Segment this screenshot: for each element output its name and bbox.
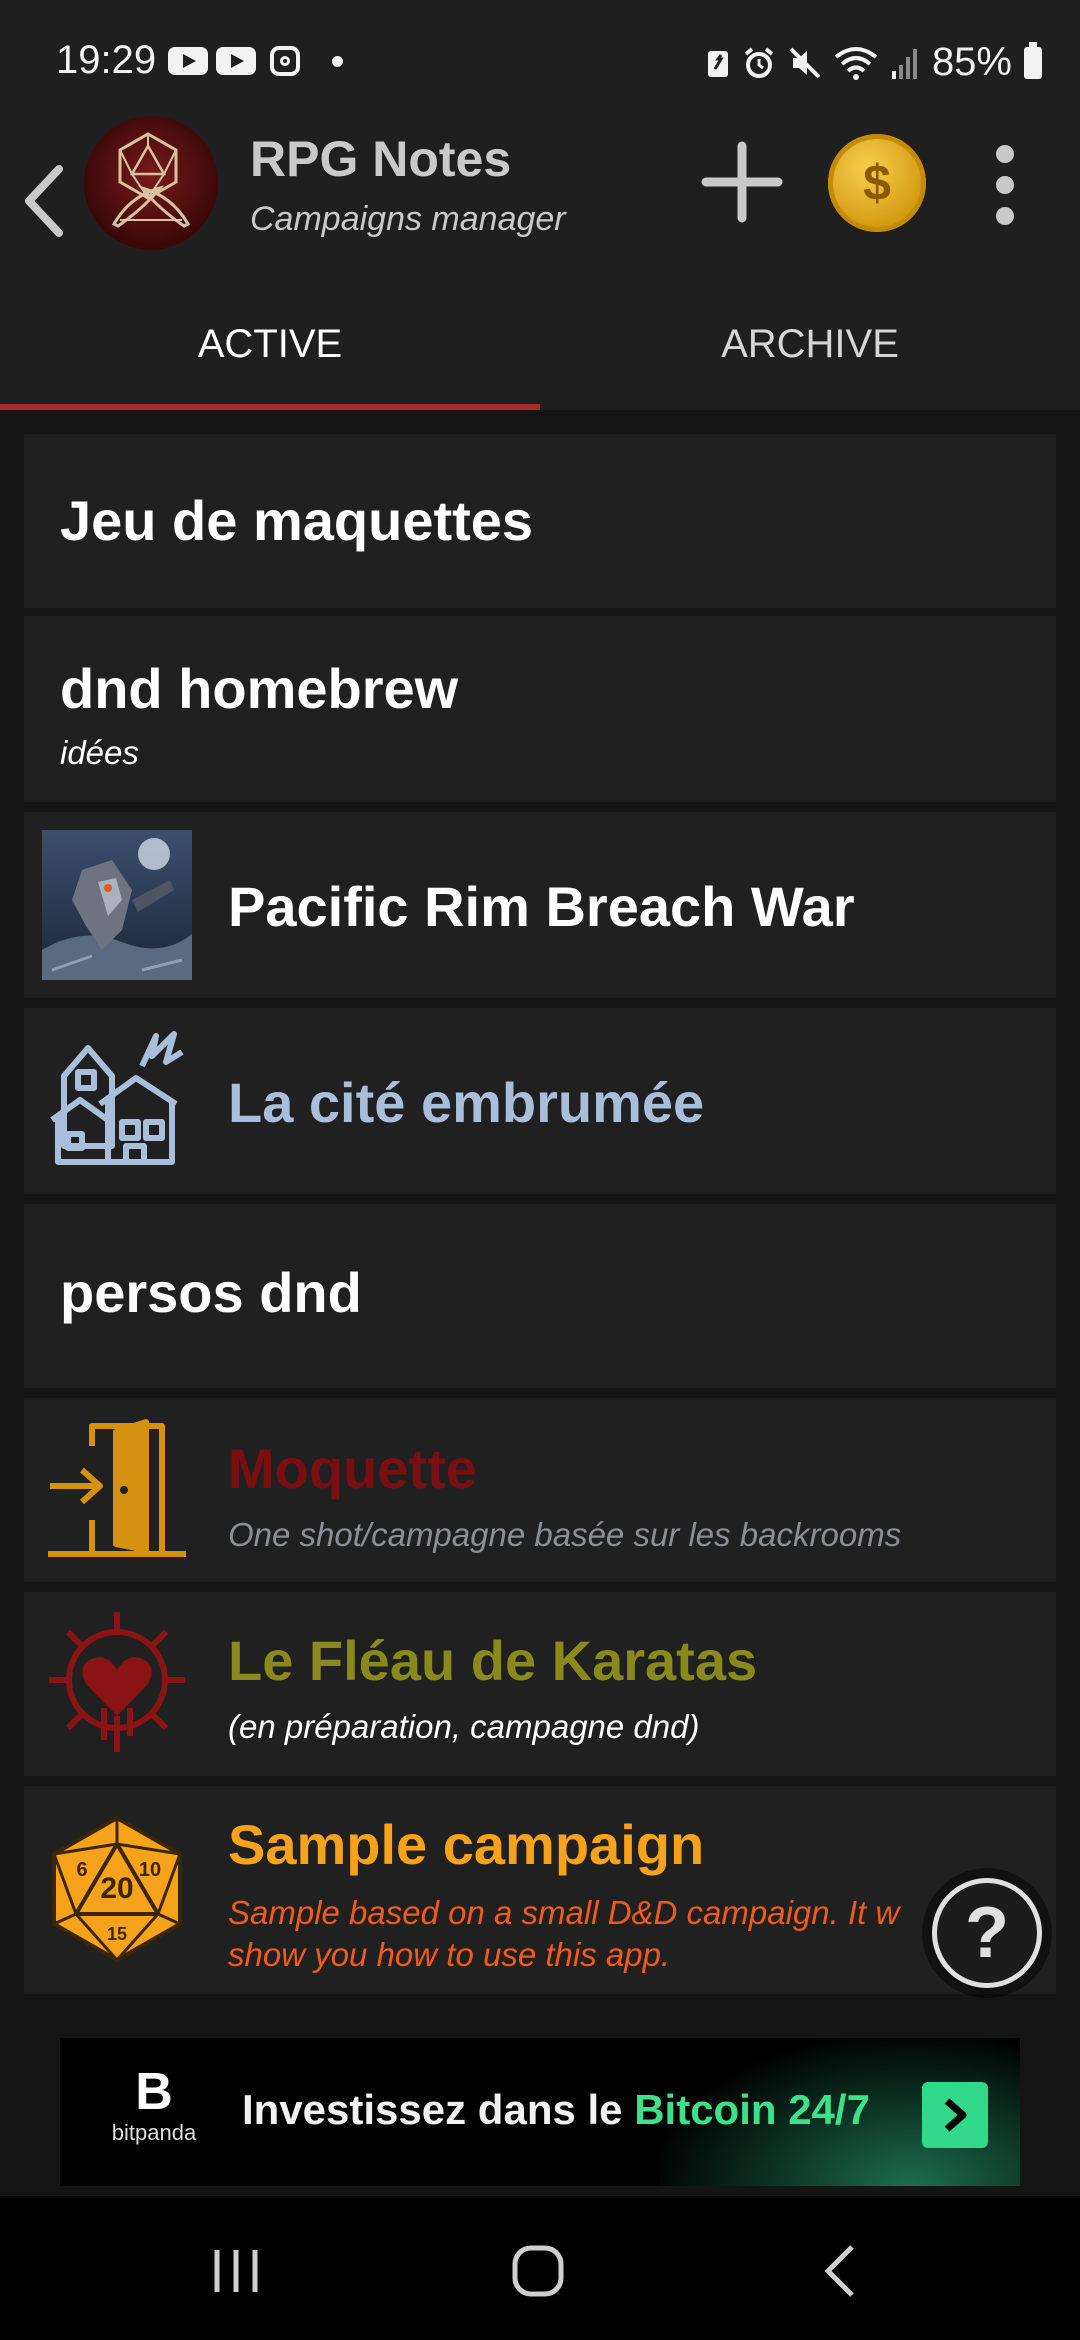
chevron-right-icon (944, 2098, 967, 2132)
svg-text:20: 20 (100, 1872, 133, 1905)
alarm-icon (744, 46, 774, 78)
ad-banner[interactable]: B bitpanda Investissez dans le Bitcoin 2… (60, 2038, 1020, 2186)
dollar-coin-icon: $ (863, 155, 891, 211)
app-subtitle: Campaigns manager (250, 200, 566, 238)
notification-dot (332, 55, 343, 67)
svg-text:6: 6 (76, 1859, 87, 1881)
help-icon: ? (965, 1893, 1009, 1973)
campaign-title: La cité embrumée (228, 1071, 705, 1134)
battery-percent: 85% (931, 40, 1012, 84)
campaign-title: Sample campaign (228, 1813, 705, 1876)
campaign-title: Moquette (228, 1437, 477, 1500)
battery-icon (1024, 41, 1042, 79)
svg-text:15: 15 (107, 1924, 127, 1944)
add-campaign-button[interactable] (700, 140, 784, 224)
haunted-house-icon (50, 1031, 184, 1165)
home-icon (512, 2245, 564, 2297)
campaign-item[interactable]: persos dnd (24, 1204, 1056, 1388)
campaign-title: persos dnd (60, 1261, 362, 1324)
status-system-icons: 85% (706, 40, 1042, 85)
youtube-icon (216, 47, 256, 75)
status-time: 19:29 (56, 38, 157, 82)
help-button[interactable]: ? (932, 1878, 1042, 1988)
back-arrow-icon (25, 165, 63, 237)
campaign-title: dnd homebrew (60, 657, 459, 720)
ad-text-highlight: Bitcoin 24/7 (634, 2086, 870, 2133)
campaign-title: Pacific Rim Breach War (228, 875, 855, 938)
tab-indicator (0, 404, 540, 410)
home-button[interactable] (498, 2236, 578, 2306)
campaign-image: 20 6 10 15 (42, 1814, 192, 1964)
back-button[interactable] (16, 146, 72, 256)
campaign-subtitle: (en préparation, campagne dnd) (228, 1708, 700, 1745)
app-title: RPG Notes (250, 131, 512, 187)
battery-saver-icon (707, 50, 728, 77)
back-icon (824, 2245, 854, 2297)
tab-bar: ACTIVE ARCHIVE (0, 278, 1080, 410)
svg-text:10: 10 (139, 1859, 161, 1881)
campaign-image (42, 830, 192, 980)
mech-battle-image (42, 830, 192, 980)
campaign-title: Jeu de maquettes (60, 489, 534, 552)
campaign-image (42, 1608, 192, 1758)
recent-apps-button[interactable] (196, 2236, 276, 2306)
campaign-item[interactable]: Jeu de maquettes (24, 434, 1056, 608)
instagram-icon (270, 46, 300, 76)
app-logo (84, 116, 218, 250)
campaign-image (42, 1026, 192, 1176)
ad-cta-button[interactable] (922, 2082, 988, 2148)
campaign-title: Le Fléau de Karatas (228, 1629, 758, 1692)
wifi-icon (834, 46, 878, 80)
more-vert-icon (996, 145, 1014, 225)
status-notification-icons (168, 46, 343, 76)
status-bar: 19:29 85% (0, 0, 1080, 128)
campaign-subtitle: One shot/campagne basée sur les backroom… (228, 1516, 902, 1553)
premium-coin-button[interactable]: $ (828, 134, 926, 232)
campaign-item[interactable]: La cité embrumée (24, 1008, 1056, 1194)
campaign-item[interactable]: dnd homebrew idées (24, 616, 1056, 802)
campaign-item[interactable]: Le Fléau de Karatas (en préparation, cam… (24, 1592, 1056, 1776)
d20-quill-logo (111, 132, 191, 228)
campaign-item[interactable]: Pacific Rim Breach War (24, 812, 1056, 998)
tab-archive[interactable]: ARCHIVE (540, 278, 1080, 410)
campaign-item[interactable]: Moquette One shot/campagne basée sur les… (24, 1398, 1056, 1582)
campaign-subtitle: idées (60, 734, 139, 771)
bitpanda-logo: B bitpanda (94, 2064, 214, 2164)
campaign-subtitle: show you how to use this app. (228, 1936, 671, 1973)
spiked-heart-icon (49, 1612, 185, 1752)
ad-text-main: Investissez dans le (242, 2086, 635, 2133)
more-options-button[interactable] (980, 140, 1030, 230)
ad-brand: bitpanda (111, 2120, 197, 2145)
system-nav-bar (0, 2196, 1080, 2340)
bitpanda-b-icon: B (135, 2063, 173, 2121)
signal-icon (891, 48, 917, 79)
campaign-image (42, 1416, 192, 1566)
plus-icon (701, 141, 783, 223)
campaign-subtitle: Sample based on a small D&D campaign. It… (228, 1894, 900, 1931)
d20-dice-icon: 20 6 10 15 (52, 1815, 182, 1963)
campaign-item[interactable]: 20 6 10 15 Sample campaign Sample based … (24, 1786, 1056, 1994)
system-back-button[interactable] (800, 2236, 880, 2306)
ad-text: Investissez dans le Bitcoin 24/7 (242, 2086, 870, 2134)
youtube-icon (168, 47, 208, 75)
tab-active[interactable]: ACTIVE (0, 278, 540, 410)
mute-icon (789, 47, 821, 78)
door-enter-icon (48, 1419, 186, 1557)
recent-apps-icon (214, 2250, 258, 2292)
